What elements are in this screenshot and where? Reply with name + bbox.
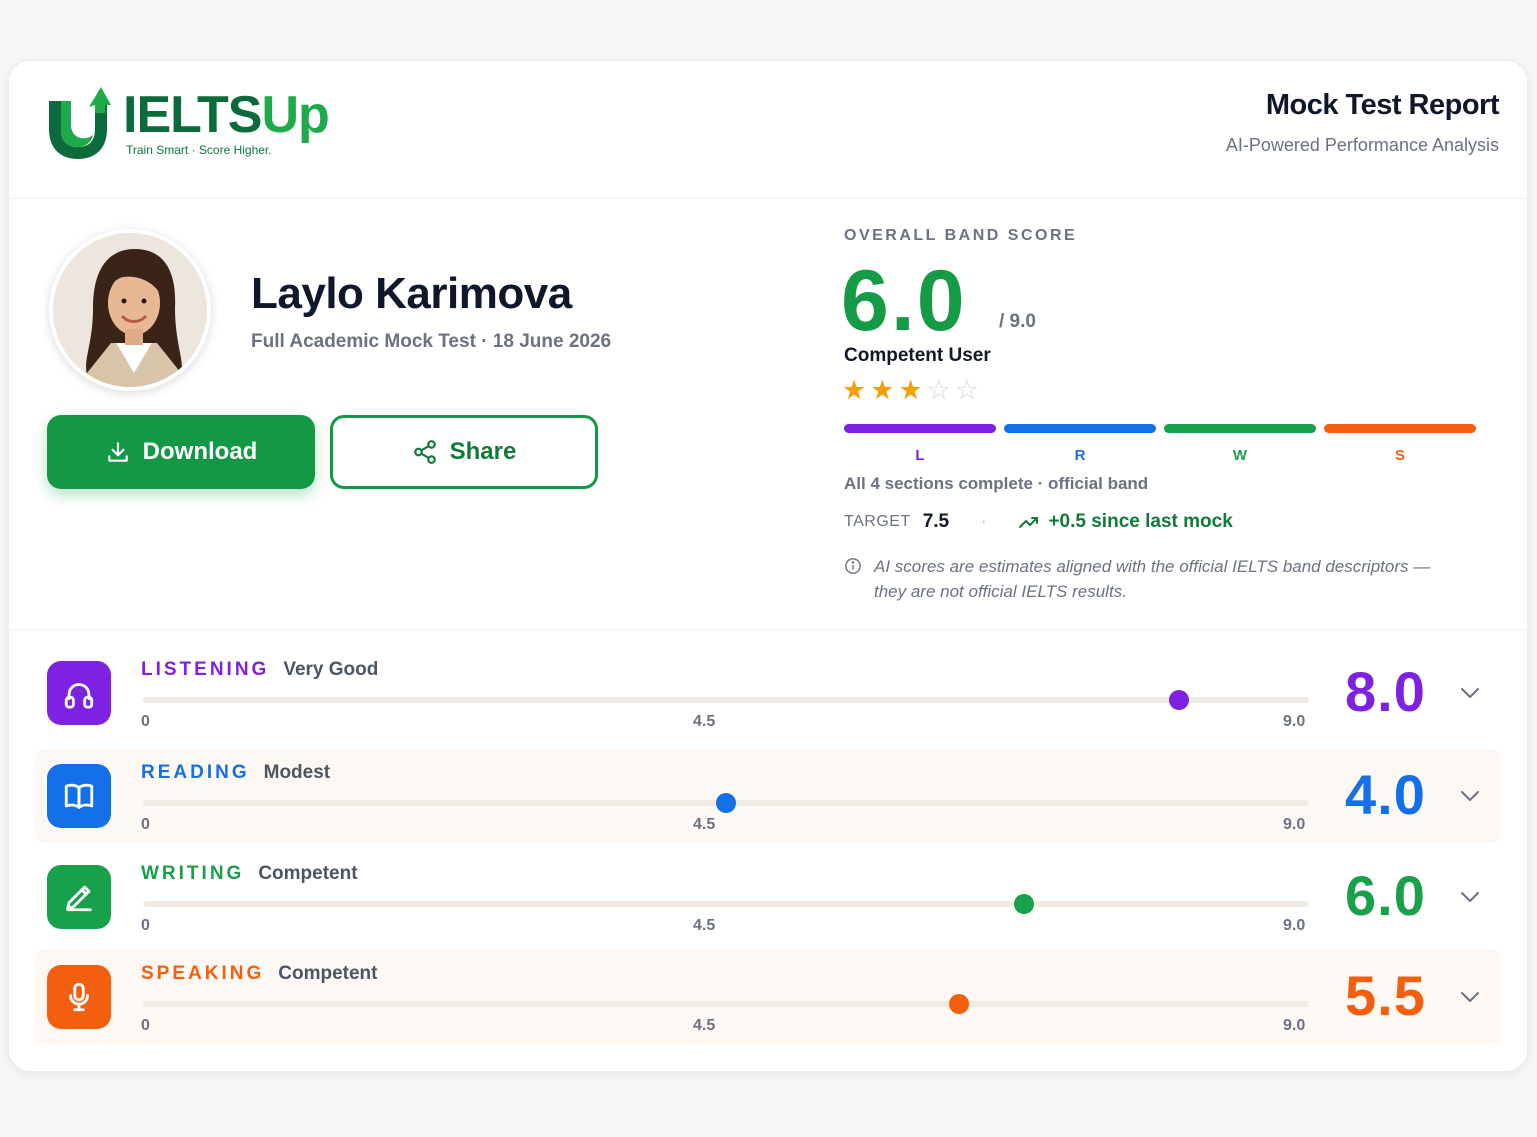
report-card: IELTSUp Train Smart · Score Higher. Mock… — [8, 60, 1528, 1072]
microphone-icon — [47, 965, 111, 1029]
separator: · — [981, 513, 987, 530]
skill-row-writing[interactable]: WRITING Competent 0 4.5 9.0 6.0 — [35, 847, 1501, 947]
share-label: Share — [449, 438, 517, 465]
scale-mid: 4.5 — [693, 917, 716, 934]
scale-min: 0 — [141, 917, 150, 934]
report-title: Mock Test Report — [1265, 89, 1500, 121]
scale-max: 9.0 — [1283, 917, 1306, 934]
score-marker — [716, 793, 736, 813]
skill-row-reading[interactable]: READING Modest 0 4.5 9.0 4.0 — [35, 749, 1501, 843]
download-label: Download — [142, 438, 258, 465]
skill-label: SPEAKING — [141, 963, 265, 984]
skill-name: SPEAKING Competent — [141, 963, 377, 985]
brand-tagline: Train Smart · Score Higher. — [126, 143, 272, 157]
skill-name: WRITING Competent — [141, 863, 358, 885]
overall-score: 6.0 — [841, 253, 967, 349]
trend-value: +0.5 since last mock — [1048, 511, 1233, 532]
overall-level: Competent User — [844, 345, 991, 366]
star-rating: ★ ★ ★ ☆ ☆ — [842, 375, 979, 405]
skill-level: Very Good — [283, 659, 379, 680]
scale-min: 0 — [141, 713, 150, 730]
target-value: 7.5 — [922, 511, 950, 532]
score-marker — [1013, 894, 1034, 914]
chevron-down-icon[interactable] — [1459, 890, 1481, 904]
scale-max: 9.0 — [1283, 713, 1306, 730]
score-track — [143, 690, 1309, 710]
section-bar-letter: L — [915, 447, 925, 464]
section-bar-l: L — [844, 424, 996, 464]
scale-mid: 4.5 — [693, 816, 716, 833]
skill-label: WRITING — [141, 863, 245, 884]
book-icon — [47, 764, 111, 828]
brand-name: IELTSUp — [123, 86, 330, 144]
skill-label: LISTENING — [141, 659, 270, 680]
logo-icon — [49, 87, 111, 159]
section-bar-line — [1004, 424, 1156, 433]
scale-min: 0 — [141, 816, 150, 833]
section-bar-line — [844, 424, 996, 433]
score-track — [143, 994, 1309, 1014]
scale-max: 9.0 — [1283, 816, 1306, 833]
star-filled-icon: ★ — [842, 375, 867, 405]
scale-max: 9.0 — [1283, 1017, 1306, 1034]
sections-note: All 4 sections complete · official band — [844, 474, 1149, 493]
skill-level: Competent — [258, 863, 358, 884]
star-filled-icon: ★ — [870, 375, 895, 405]
skill-label: READING — [141, 762, 250, 783]
skill-score: 6.0 — [1345, 864, 1426, 927]
avatar-portrait — [53, 233, 207, 387]
section-bar-letter: R — [1074, 447, 1086, 464]
share-icon — [413, 440, 436, 464]
skill-row-speaking[interactable]: SPEAKING Competent 0 4.5 9.0 5.5 — [35, 949, 1501, 1045]
skill-score: 8.0 — [1345, 660, 1426, 723]
trend-up-icon — [1019, 517, 1039, 528]
star-empty-icon: ☆ — [954, 375, 980, 405]
share-button[interactable]: Share — [330, 415, 598, 489]
headphones-icon — [47, 661, 111, 725]
skill-name: LISTENING Very Good — [141, 659, 378, 681]
section-bar-letter: W — [1232, 447, 1248, 464]
target-row: TARGET 7.5 · +0.5 since last mock — [844, 511, 1233, 533]
score-marker — [949, 994, 970, 1014]
section-completion-bars: LRWS — [844, 424, 1476, 464]
pen-icon — [47, 865, 111, 929]
section-bar-r: R — [1004, 424, 1156, 464]
test-meta: Full Academic Mock Test · 18 June 2026 — [251, 331, 612, 352]
report-header: IELTSUp Train Smart · Score Higher. Mock… — [9, 61, 1527, 199]
download-button[interactable]: Download — [47, 415, 315, 489]
section-bar-line — [1324, 424, 1476, 433]
star-filled-icon: ★ — [898, 375, 923, 405]
skill-row-listening[interactable]: LISTENING Very Good 0 4.5 9.0 8.0 — [35, 645, 1501, 741]
section-bar-s: S — [1324, 424, 1476, 464]
divider — [9, 629, 1527, 630]
scale-mid: 4.5 — [693, 713, 716, 730]
chevron-down-icon[interactable] — [1459, 789, 1481, 803]
skill-name: READING Modest — [141, 762, 330, 784]
section-bar-line — [1164, 424, 1316, 433]
score-marker — [1169, 690, 1190, 710]
star-empty-icon: ☆ — [926, 375, 951, 405]
chevron-down-icon[interactable] — [1459, 990, 1481, 1004]
skill-score: 5.5 — [1345, 964, 1426, 1027]
score-track — [143, 894, 1309, 914]
skill-score: 4.0 — [1345, 763, 1426, 826]
download-icon — [107, 442, 128, 462]
section-bar-letter: S — [1394, 447, 1405, 464]
overall-label: OVERALL BAND SCORE — [844, 227, 1078, 244]
disclaimer: AI scores are estimates aligned with the… — [844, 554, 1464, 604]
score-track — [143, 793, 1309, 813]
report-subtitle: AI-Powered Performance Analysis — [1225, 135, 1499, 155]
section-bar-w: W — [1164, 424, 1316, 464]
disclaimer-text: AI scores are estimates aligned with the… — [874, 557, 1431, 601]
skill-level: Competent — [278, 963, 378, 984]
student-name: Laylo Karimova — [251, 269, 572, 318]
scale-mid: 4.5 — [693, 1017, 716, 1034]
info-icon — [845, 558, 861, 574]
target-label: TARGET — [844, 513, 911, 530]
scale-min: 0 — [141, 1017, 150, 1034]
avatar — [49, 229, 211, 391]
overall-max: / 9.0 — [999, 311, 1036, 332]
chevron-down-icon[interactable] — [1459, 686, 1481, 700]
skill-level: Modest — [263, 762, 331, 783]
